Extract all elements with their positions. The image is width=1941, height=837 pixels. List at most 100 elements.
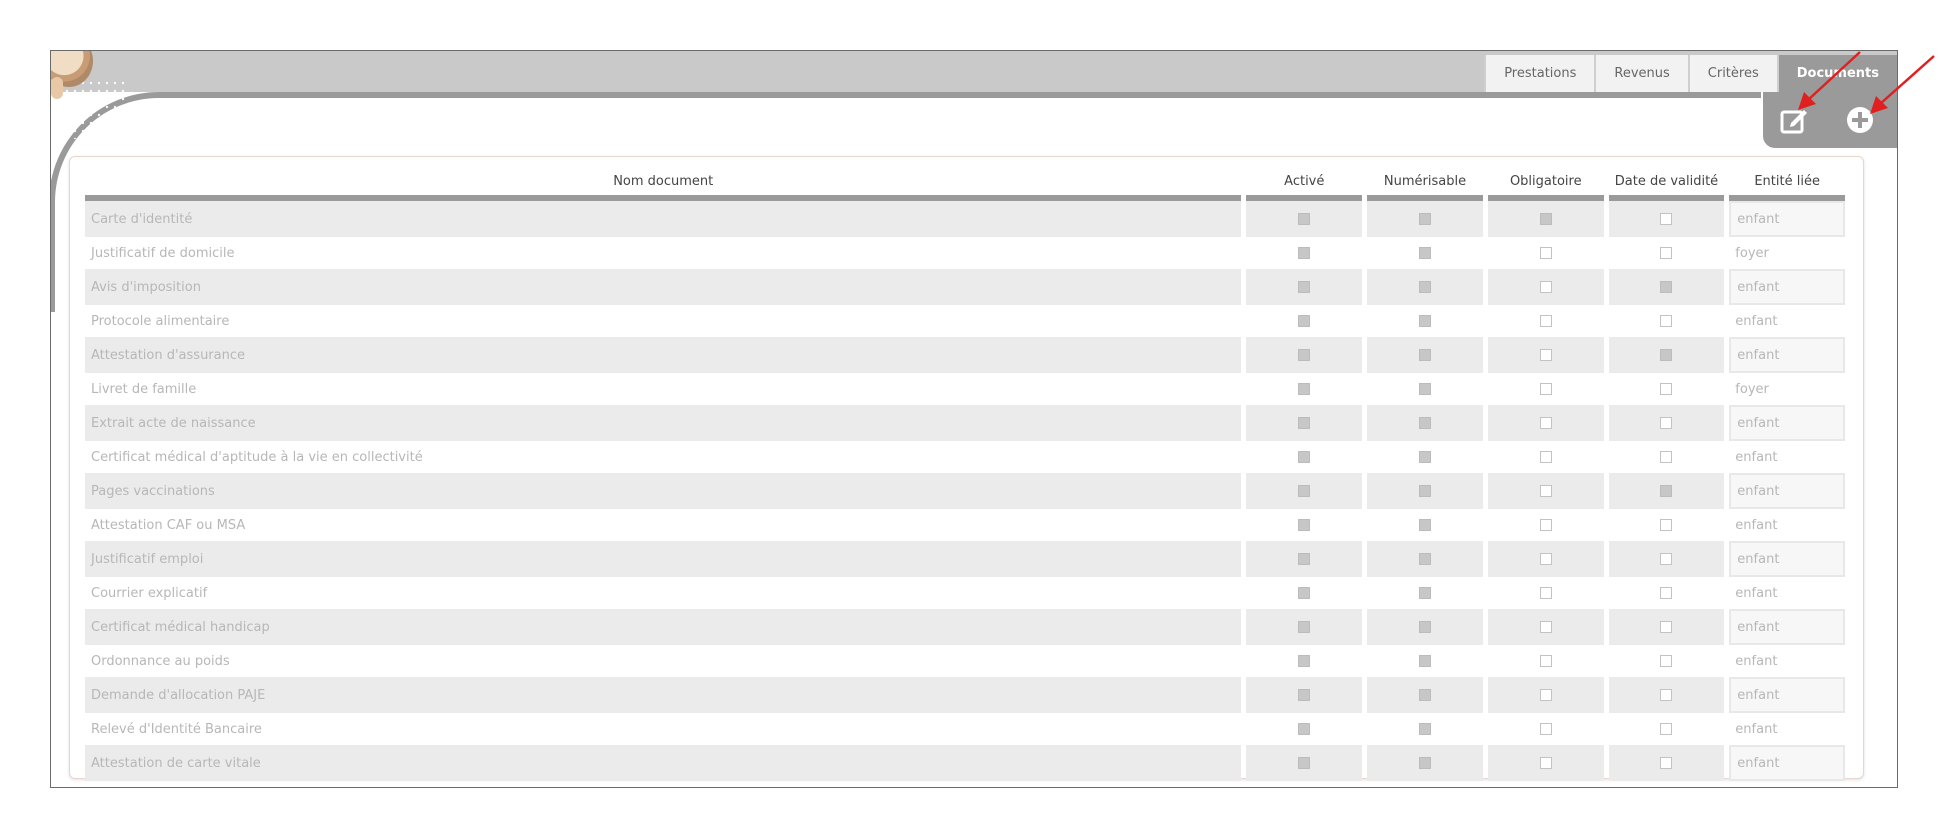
- mandatory-checkbox[interactable]: [1539, 723, 1552, 735]
- validity-checkbox[interactable]: [1660, 519, 1673, 531]
- scannable-checkbox[interactable]: [1418, 621, 1431, 633]
- mandatory-checkbox[interactable]: [1539, 587, 1552, 599]
- scannable-checkbox[interactable]: [1418, 723, 1431, 735]
- mandatory-checkbox[interactable]: [1539, 757, 1552, 769]
- validity-checkbox[interactable]: [1660, 757, 1673, 769]
- active-checkbox[interactable]: [1298, 485, 1311, 497]
- scannable-checkbox[interactable]: [1418, 519, 1431, 531]
- scannable-checkbox[interactable]: [1418, 689, 1431, 701]
- linked-entity: enfant: [1729, 269, 1845, 305]
- add-button[interactable]: [1843, 103, 1877, 137]
- active-checkbox[interactable]: [1298, 621, 1311, 633]
- active-checkbox[interactable]: [1298, 417, 1311, 429]
- tab-documents[interactable]: Documents: [1776, 55, 1897, 92]
- mandatory-checkbox[interactable]: [1539, 655, 1552, 667]
- scannable-checkbox[interactable]: [1418, 451, 1431, 463]
- validity-checkbox[interactable]: [1660, 417, 1673, 429]
- mandatory-checkbox[interactable]: [1539, 519, 1552, 531]
- validity-checkbox[interactable]: [1660, 451, 1673, 463]
- mandatory-checkbox[interactable]: [1539, 315, 1552, 327]
- mandatory-checkbox[interactable]: [1539, 451, 1552, 463]
- mandatory-checkbox[interactable]: [1539, 383, 1552, 395]
- validity-checkbox[interactable]: [1660, 485, 1673, 497]
- active-checkbox[interactable]: [1298, 553, 1311, 565]
- validity-checkbox[interactable]: [1660, 213, 1673, 225]
- scannable-checkbox[interactable]: [1418, 349, 1431, 361]
- active-checkbox[interactable]: [1298, 247, 1311, 259]
- scannable-checkbox[interactable]: [1418, 655, 1431, 667]
- scannable-checkbox[interactable]: [1418, 757, 1431, 769]
- validity-checkbox-cell: [1609, 509, 1725, 541]
- validity-checkbox[interactable]: [1660, 587, 1673, 599]
- tab-revenus[interactable]: Revenus: [1594, 55, 1688, 92]
- scannable-checkbox[interactable]: [1418, 553, 1431, 565]
- active-checkbox[interactable]: [1298, 383, 1311, 395]
- mandatory-checkbox[interactable]: [1539, 281, 1552, 293]
- mandatory-checkbox[interactable]: [1539, 213, 1552, 225]
- validity-checkbox[interactable]: [1660, 281, 1673, 293]
- active-checkbox[interactable]: [1298, 655, 1311, 667]
- active-checkbox-cell: [1246, 473, 1363, 509]
- scannable-checkbox[interactable]: [1418, 315, 1431, 327]
- table-row[interactable]: Relevé d'Identité Bancaire enfant: [85, 713, 1845, 745]
- scannable-checkbox-cell: [1367, 745, 1483, 781]
- table-row[interactable]: Justificatif de domicile foyer: [85, 237, 1845, 269]
- table-row[interactable]: Avis d'imposition enfant: [85, 269, 1845, 305]
- active-checkbox[interactable]: [1298, 519, 1311, 531]
- active-checkbox[interactable]: [1298, 587, 1311, 599]
- table-row[interactable]: Demande d'allocation PAJE enfant: [85, 677, 1845, 713]
- scannable-checkbox[interactable]: [1418, 213, 1431, 225]
- table-row[interactable]: Autre foyer: [85, 781, 1845, 787]
- mandatory-checkbox[interactable]: [1539, 349, 1552, 361]
- document-name: Avis d'imposition: [85, 269, 1242, 305]
- scannable-checkbox[interactable]: [1418, 281, 1431, 293]
- validity-checkbox[interactable]: [1660, 247, 1673, 259]
- scannable-checkbox[interactable]: [1418, 247, 1431, 259]
- tab-prestations[interactable]: Prestations: [1484, 55, 1595, 92]
- table-row[interactable]: Attestation CAF ou MSA enfant: [85, 509, 1845, 541]
- active-checkbox[interactable]: [1298, 451, 1311, 463]
- active-checkbox[interactable]: [1298, 723, 1311, 735]
- validity-checkbox[interactable]: [1660, 553, 1673, 565]
- active-checkbox[interactable]: [1298, 315, 1311, 327]
- mandatory-checkbox-cell: [1487, 473, 1604, 509]
- validity-checkbox[interactable]: [1660, 315, 1673, 327]
- scannable-checkbox[interactable]: [1418, 383, 1431, 395]
- table-row[interactable]: Ordonnance au poids enfant: [85, 645, 1845, 677]
- table-row[interactable]: Attestation d'assurance enfant: [85, 337, 1845, 373]
- mandatory-checkbox[interactable]: [1539, 689, 1552, 701]
- validity-checkbox[interactable]: [1660, 689, 1673, 701]
- validity-checkbox[interactable]: [1660, 383, 1673, 395]
- mandatory-checkbox[interactable]: [1539, 485, 1552, 497]
- table-row[interactable]: Protocole alimentaire enfant: [85, 305, 1845, 337]
- scannable-checkbox-cell: [1367, 373, 1483, 405]
- table-row[interactable]: Carte d'identité enfant: [85, 201, 1845, 237]
- active-checkbox[interactable]: [1298, 349, 1311, 361]
- mandatory-checkbox[interactable]: [1539, 553, 1552, 565]
- table-row[interactable]: Certificat médical d'aptitude à la vie e…: [85, 441, 1845, 473]
- validity-checkbox[interactable]: [1660, 655, 1673, 667]
- table-row[interactable]: Attestation de carte vitale enfant: [85, 745, 1845, 781]
- active-checkbox[interactable]: [1298, 213, 1311, 225]
- mandatory-checkbox[interactable]: [1539, 247, 1552, 259]
- table-row[interactable]: Pages vaccinations enfant: [85, 473, 1845, 509]
- mandatory-checkbox[interactable]: [1539, 417, 1552, 429]
- table-row[interactable]: Livret de famille foyer: [85, 373, 1845, 405]
- edit-button[interactable]: [1777, 103, 1811, 137]
- table-row[interactable]: Courrier explicatif enfant: [85, 577, 1845, 609]
- validity-checkbox[interactable]: [1660, 349, 1673, 361]
- tab-criteres[interactable]: Critères: [1687, 55, 1777, 92]
- scannable-checkbox[interactable]: [1418, 587, 1431, 599]
- scannable-checkbox[interactable]: [1418, 417, 1431, 429]
- active-checkbox[interactable]: [1298, 757, 1311, 769]
- validity-checkbox[interactable]: [1660, 723, 1673, 735]
- table-row[interactable]: Extrait acte de naissance enfant: [85, 405, 1845, 441]
- mandatory-checkbox-cell: [1488, 509, 1604, 541]
- table-row[interactable]: Justificatif emploi enfant: [85, 541, 1845, 577]
- scannable-checkbox[interactable]: [1418, 485, 1431, 497]
- validity-checkbox[interactable]: [1660, 621, 1673, 633]
- table-row[interactable]: Certificat médical handicap enfant: [85, 609, 1845, 645]
- mandatory-checkbox[interactable]: [1539, 621, 1552, 633]
- active-checkbox[interactable]: [1298, 281, 1311, 293]
- active-checkbox[interactable]: [1298, 689, 1311, 701]
